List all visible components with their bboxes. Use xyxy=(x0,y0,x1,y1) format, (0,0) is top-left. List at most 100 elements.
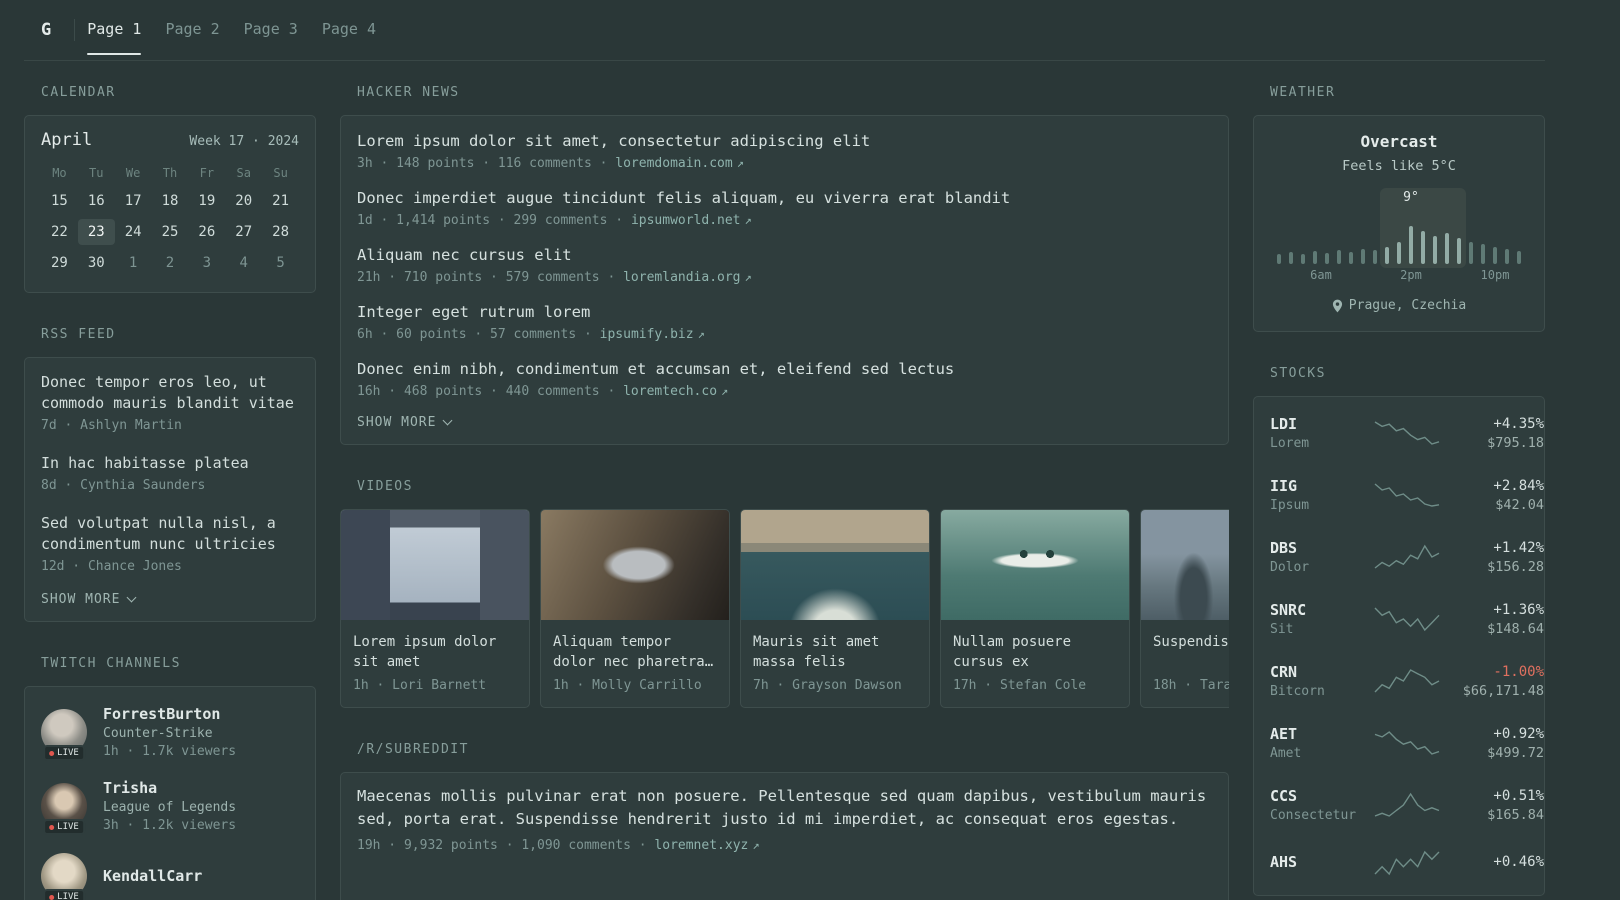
tab-page-3[interactable]: Page 3 xyxy=(244,0,298,60)
stock-name: Ipsum xyxy=(1270,498,1310,513)
channel-game: League of Legends xyxy=(103,800,237,815)
weather-bar xyxy=(1337,250,1341,264)
hn-item-domain-link[interactable]: ipsumworld.net ↗ xyxy=(631,213,752,228)
calendar-month: April xyxy=(41,130,93,150)
twitch-channel[interactable]: LIVE Trisha League of Legends 3h · 1.2k … xyxy=(41,769,299,843)
hn-item: Lorem ipsum dolor sit amet, consectetur … xyxy=(357,122,1212,179)
calendar-day: 2 xyxy=(165,255,175,271)
stock-sparkline xyxy=(1374,729,1440,757)
video-meta: 1h · Lori Barnett xyxy=(353,678,487,693)
video-card[interactable]: Lorem ipsum dolor sit amet consectetu… 1… xyxy=(340,509,530,708)
twitch-channel[interactable]: LIVE KendallCarr xyxy=(41,843,299,900)
calendar-day: 15 xyxy=(50,193,68,209)
live-label: LIVE xyxy=(57,822,79,832)
channel-name[interactable]: ForrestBurton xyxy=(103,705,236,723)
videos-row[interactable]: Lorem ipsum dolor sit amet consectetu… 1… xyxy=(340,509,1229,708)
weather-bar xyxy=(1433,236,1437,264)
calendar-widget: CALENDAR April Week 17 · 2024 Mo Tu We T… xyxy=(24,85,316,293)
hn-item-domain-link[interactable]: loremtech.co ↗ xyxy=(623,384,728,399)
location-pin-icon xyxy=(1332,299,1342,312)
stock-row[interactable]: DBS Dolor +1.42% $156.28 xyxy=(1270,526,1544,588)
rss-item-title[interactable]: Donec tempor eros leo, ut commodo mauris… xyxy=(41,372,299,414)
post-title[interactable]: Maecenas mollis pulvinar erat non posuer… xyxy=(357,785,1212,831)
tab-page-1[interactable]: Page 1 xyxy=(87,0,142,60)
hn-item-title[interactable]: Donec enim nibh, condimentum et accumsan… xyxy=(357,358,1212,380)
twitch-channel[interactable]: LIVE ForrestBurton Counter-Strike 1h · 1… xyxy=(41,695,299,769)
calendar-day: 18 xyxy=(161,193,179,209)
video-card[interactable]: Aliquam tempor dolor nec pharetra… 1h · … xyxy=(540,509,730,708)
video-thumbnail[interactable] xyxy=(741,510,929,620)
channel-avatar: LIVE xyxy=(41,783,87,835)
hackernews-widget: HACKER NEWS Lorem ipsum dolor sit amet, … xyxy=(340,85,1229,445)
stock-name: Amet xyxy=(1270,746,1302,761)
video-card[interactable]: Suspendisse diam 18h · Tara xyxy=(1140,509,1229,708)
channel-name[interactable]: Trisha xyxy=(103,779,236,797)
hn-item-domain-link[interactable]: ipsumify.biz ↗ xyxy=(600,327,705,342)
video-title[interactable]: Suspendisse diam xyxy=(1153,632,1229,672)
calendar-day: 27 xyxy=(235,224,253,240)
channel-meta: 3h · 1.2k viewers xyxy=(103,818,237,833)
stock-symbol: DBS xyxy=(1270,539,1298,557)
calendar-day: 21 xyxy=(272,193,289,209)
stock-row[interactable]: IIG Ipsum +2.84% $42.04 xyxy=(1270,464,1544,526)
tab-page-4[interactable]: Page 4 xyxy=(322,0,376,60)
weather-bar xyxy=(1277,254,1281,264)
rss-item-meta: 7d · Ashlyn Martin xyxy=(41,418,182,433)
stock-change: +1.42% xyxy=(1493,539,1544,556)
video-thumbnail[interactable] xyxy=(1141,510,1229,620)
video-title[interactable]: Nullam posuere cursus ex xyxy=(953,632,1117,672)
calendar-week: Week 17 · 2024 xyxy=(189,134,299,149)
weather-bar xyxy=(1325,253,1329,264)
calendar-day: 22 xyxy=(50,224,68,240)
stock-sparkline xyxy=(1374,419,1440,447)
hn-item-domain-link[interactable]: loremdomain.com ↗ xyxy=(615,156,744,171)
hn-item-title[interactable]: Lorem ipsum dolor sit amet, consectetur … xyxy=(357,130,1212,152)
stock-row[interactable]: LDI Lorem +4.35% $795.18 xyxy=(1270,402,1544,464)
hn-show-more-button[interactable]: SHOW MORE xyxy=(357,415,453,430)
stock-sparkline xyxy=(1374,605,1440,633)
weather-bar xyxy=(1469,242,1473,264)
calendar-day: 19 xyxy=(198,193,216,209)
rss-show-more-button[interactable]: SHOW MORE xyxy=(41,592,137,607)
stocks-section-label: STOCKS xyxy=(1270,366,1326,381)
hn-item-title[interactable]: Integer eget rutrum lorem xyxy=(357,301,1212,323)
video-title[interactable]: Lorem ipsum dolor sit amet consectetu… xyxy=(353,632,517,672)
stock-row[interactable]: AET Amet +0.92% $499.72 xyxy=(1270,712,1544,774)
hn-item-title[interactable]: Aliquam nec cursus elit xyxy=(357,244,1212,266)
stock-symbol: SNRC xyxy=(1270,601,1307,619)
hn-item-meta: 1d · 1,414 points · 299 comments · ipsum… xyxy=(357,213,1212,228)
channel-name[interactable]: KendallCarr xyxy=(103,867,202,885)
videos-widget: VIDEOS Lorem ipsum dolor sit amet consec… xyxy=(340,479,1229,708)
stock-row[interactable]: SNRC Sit +1.36% $148.64 xyxy=(1270,588,1544,650)
tab-page-2[interactable]: Page 2 xyxy=(165,0,219,60)
video-title[interactable]: Aliquam tempor dolor nec pharetra… xyxy=(553,632,717,672)
weather-bar xyxy=(1301,254,1305,264)
calendar-day: 26 xyxy=(198,224,216,240)
app-logo[interactable]: G xyxy=(24,20,74,40)
video-title[interactable]: Mauris sit amet massa felis xyxy=(753,632,917,672)
video-thumbnail[interactable] xyxy=(541,510,729,620)
stock-row[interactable]: CRN Bitcorn -1.00% $66,171.48 xyxy=(1270,650,1544,712)
dow-label: Tu xyxy=(89,166,104,180)
stock-row[interactable]: CCS Consectetur +0.51% $165.84 xyxy=(1270,774,1544,836)
rss-item-title[interactable]: Sed volutpat nulla nisl, a condimentum n… xyxy=(41,513,299,555)
rss-item-title[interactable]: In hac habitasse platea xyxy=(41,453,299,474)
stock-price: $795.18 xyxy=(1487,434,1544,451)
hn-item-domain-link[interactable]: loremlandia.org ↗ xyxy=(623,270,752,285)
hn-item-title[interactable]: Donec imperdiet augue tincidunt felis al… xyxy=(357,187,1212,209)
calendar-day: 23 xyxy=(77,219,115,245)
post-domain-link[interactable]: loremnet.xyz ↗ xyxy=(654,838,759,853)
calendar-day: 1 xyxy=(128,255,138,271)
stocks-card: LDI Lorem +4.35% $795.18 IIG Ipsum +2.84… xyxy=(1253,396,1545,896)
hn-item-stats: 3h · 148 points · 116 comments · xyxy=(357,156,608,171)
video-thumbnail[interactable] xyxy=(941,510,1129,620)
stock-row[interactable]: AHS +0.46% xyxy=(1270,836,1544,890)
weather-bar xyxy=(1505,249,1509,264)
calendar-day: 24 xyxy=(124,224,142,240)
video-card[interactable]: Mauris sit amet massa felis 7h · Grayson… xyxy=(740,509,930,708)
calendar-day: 3 xyxy=(202,255,212,271)
video-card[interactable]: Nullam posuere cursus ex 17h · Stefan Co… xyxy=(940,509,1130,708)
video-meta: 7h · Grayson Dawson xyxy=(753,678,902,693)
page-tabs: Page 1 Page 2 Page 3 Page 4 xyxy=(75,0,388,60)
video-thumbnail[interactable] xyxy=(341,510,529,620)
